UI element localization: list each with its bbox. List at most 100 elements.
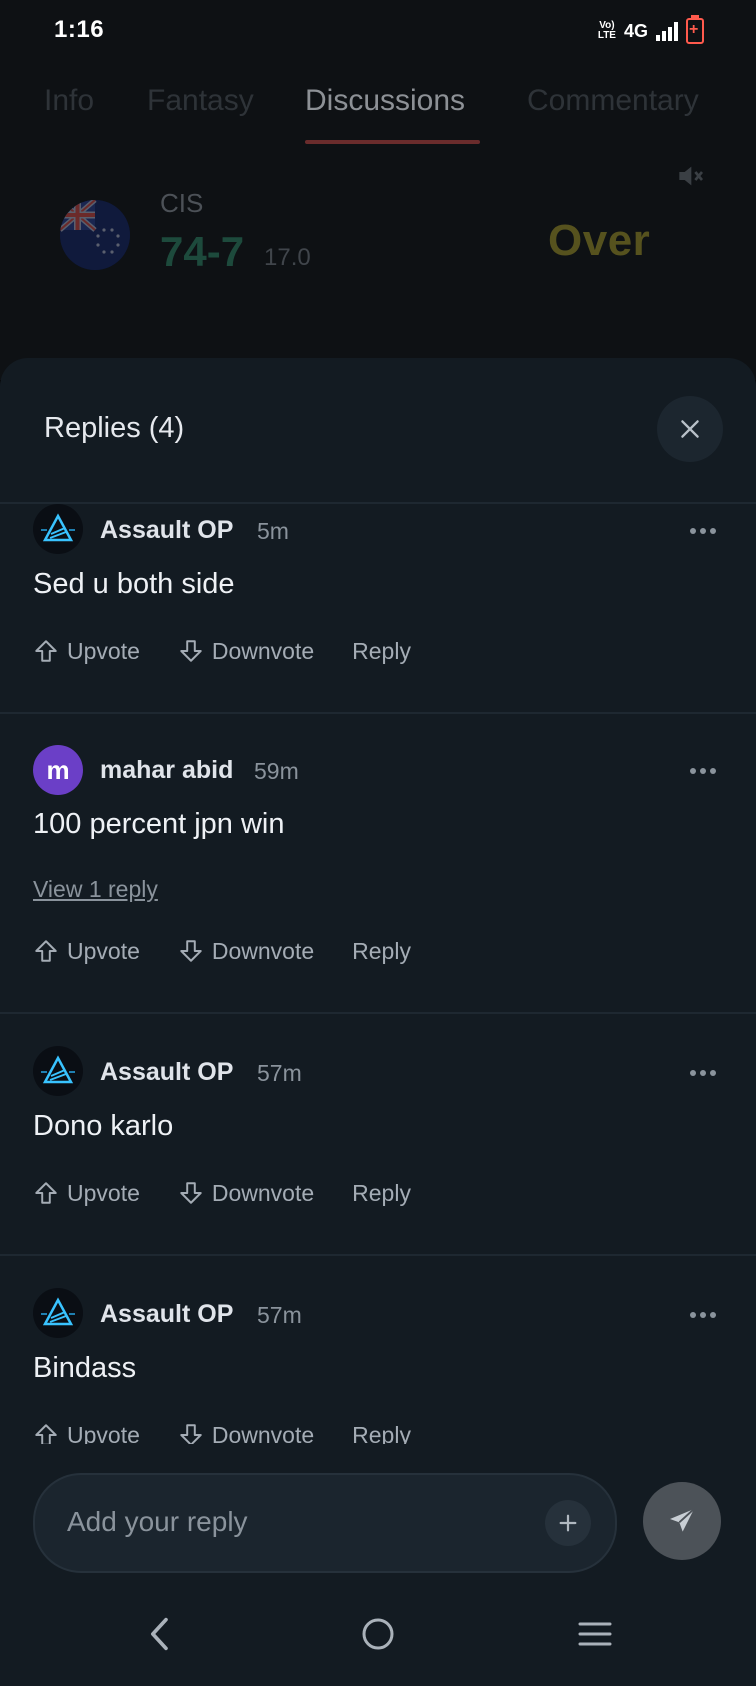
match-tabs: Info Fantasy Discussions Commentary [0, 78, 756, 148]
reply-button[interactable]: Reply [352, 938, 411, 965]
tab-discussions[interactable]: Discussions [305, 84, 465, 118]
downvote-button[interactable]: Downvote [178, 1421, 315, 1445]
comment-actions: Upvote Downvote Reply [33, 636, 449, 666]
close-button[interactable] [657, 396, 723, 462]
upvote-label: Upvote [67, 637, 140, 664]
reply-composer [0, 1458, 756, 1588]
comment-actions: Upvote Downvote Reply [33, 1178, 449, 1208]
avatar[interactable]: m [33, 745, 83, 795]
plus-icon [559, 1514, 577, 1532]
comment-actions: Upvote Downvote Reply [33, 1420, 449, 1444]
menu-button[interactable] [575, 1614, 615, 1654]
status-time: 1:16 [54, 16, 105, 43]
status-icons: Vo) LTE 4G [598, 15, 704, 44]
cook-islands-flag-icon [60, 200, 130, 270]
reply-label: Reply [352, 937, 411, 964]
close-icon [681, 420, 699, 438]
home-icon [362, 1618, 394, 1650]
more-horizontal-icon [690, 1312, 696, 1318]
comment-text: Dono karlo [33, 1110, 174, 1142]
send-button[interactable] [643, 1482, 721, 1560]
tab-commentary[interactable]: Commentary [527, 84, 699, 118]
reply-button[interactable]: Reply [352, 1422, 411, 1445]
back-button[interactable] [140, 1614, 180, 1654]
more-options-button[interactable] [690, 768, 718, 776]
arrow-down-icon [180, 640, 202, 662]
comment-time: 5m [257, 518, 289, 544]
reply-label: Reply [352, 637, 411, 664]
upvote-button[interactable]: Upvote [33, 938, 140, 965]
network-type: 4G [623, 20, 648, 41]
upvote-label: Upvote [67, 1179, 140, 1206]
back-icon [150, 1617, 168, 1651]
upvote-button[interactable]: Upvote [33, 1180, 140, 1207]
avatar[interactable] [33, 504, 83, 554]
downvote-label: Downvote [211, 937, 315, 964]
arrow-up-icon [35, 1182, 57, 1204]
avatar[interactable] [33, 1046, 83, 1096]
tab-fantasy[interactable]: Fantasy [147, 84, 254, 118]
more-horizontal-icon [690, 768, 696, 774]
downvote-button[interactable]: Downvote [178, 638, 314, 665]
reply-label: Reply [352, 1421, 411, 1445]
downvote-label: Downvote [211, 1421, 315, 1445]
team-score: 74-7 [160, 228, 245, 275]
list-item: Assault OP 5m Sed u both side Upvote Dow… [0, 504, 756, 714]
upvote-label: Upvote [67, 1421, 140, 1445]
replies-list[interactable]: Assault OP 5m Sed u both side Upvote Dow… [0, 504, 756, 1444]
comment-author[interactable]: mahar abid [100, 756, 233, 785]
more-horizontal-icon [690, 1070, 696, 1076]
reply-input[interactable] [65, 1505, 509, 1539]
avatar[interactable] [33, 1288, 83, 1338]
arrow-up-icon [35, 1424, 57, 1444]
list-item: Assault OP 57m Bindass Upvote Downvote R… [0, 1256, 756, 1444]
background-screen: 1:16 Vo)LTE 4G Info Fantasy Discussions … [0, 0, 756, 380]
send-icon [670, 1508, 695, 1532]
arrow-up-icon [35, 640, 57, 662]
signal-icon [656, 21, 678, 41]
scorecard: CIS 74-7 17.0 Over [0, 180, 756, 290]
comment-actions: Upvote Downvote Reply [33, 936, 449, 966]
comment-text: Bindass [33, 1352, 137, 1384]
home-button[interactable] [358, 1614, 398, 1654]
arrow-up-icon [35, 940, 57, 962]
upvote-button[interactable]: Upvote [33, 638, 140, 665]
downvote-button[interactable]: Downvote [178, 1180, 314, 1207]
arrow-down-icon [180, 1182, 202, 1204]
assault-logo-icon [41, 513, 75, 542]
comment-time: 57m [257, 1060, 302, 1086]
reply-input-container[interactable] [33, 1473, 617, 1573]
comment-author[interactable]: Assault OP [100, 516, 233, 545]
comment-author[interactable]: Assault OP [100, 1300, 233, 1329]
more-options-button[interactable] [690, 528, 718, 536]
battery-icon [686, 15, 704, 44]
view-replies-link[interactable]: View 1 reply [33, 876, 158, 903]
menu-icon [578, 1622, 612, 1646]
assault-logo-icon [41, 1297, 75, 1326]
downvote-label: Downvote [211, 1179, 315, 1206]
downvote-label: Downvote [211, 637, 315, 664]
arrow-down-icon [180, 1424, 202, 1444]
tab-info[interactable]: Info [44, 84, 94, 118]
comment-text: Sed u both side [33, 568, 235, 600]
arrow-down-icon [180, 940, 202, 962]
list-item: Assault OP 57m Dono karlo Upvote Downvot… [0, 1014, 756, 1256]
comment-author[interactable]: Assault OP [100, 1058, 233, 1087]
downvote-button[interactable]: Downvote [178, 938, 314, 965]
comment-time: 59m [254, 758, 299, 784]
reply-label: Reply [352, 1179, 411, 1206]
system-nav-bar [0, 1580, 756, 1686]
reply-button[interactable]: Reply [352, 638, 411, 665]
more-options-button[interactable] [690, 1312, 718, 1320]
list-item: m mahar abid 59m 100 percent jpn win Vie… [0, 712, 756, 1014]
more-options-button[interactable] [690, 1070, 718, 1078]
team-flag [60, 200, 130, 270]
reply-button[interactable]: Reply [352, 1180, 411, 1207]
attach-button[interactable] [545, 1500, 591, 1546]
upvote-button[interactable]: Upvote [33, 1421, 140, 1445]
over-status: Over [548, 216, 651, 265]
sheet-header: Replies (4) [0, 358, 756, 504]
active-tab-indicator [305, 140, 480, 144]
team-name: CIS [160, 188, 204, 218]
sheet-title: Replies (4) [44, 412, 185, 444]
